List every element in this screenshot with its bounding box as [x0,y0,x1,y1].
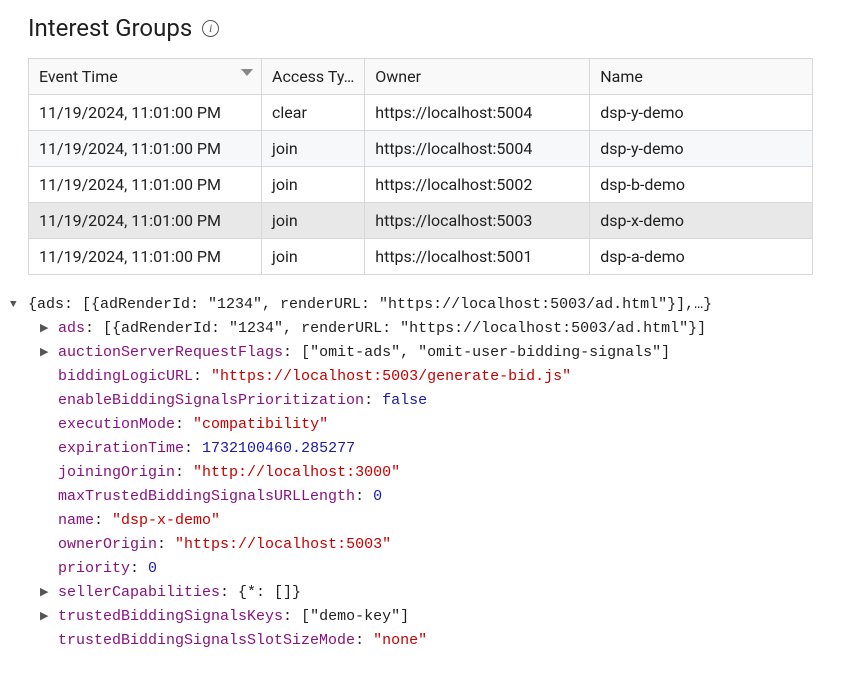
expand-toggle-icon[interactable]: ▶ [40,585,54,603]
detail-line-priority[interactable]: priority: 0 [58,557,157,581]
cell-access_type: join [262,131,365,167]
events-table: Event Time Access Ty… Owner Name 11/19/2… [0,58,841,275]
page-title: Interest Groups [28,14,192,42]
detail-line-expiration-time[interactable]: expirationTime: 1732100460.285277 [58,437,355,461]
cell-name: dsp-a-demo [590,239,813,275]
detail-line-name[interactable]: name: "dsp-x-demo" [58,509,220,533]
cell-access_type: join [262,203,365,239]
cell-event_time: 11/19/2024, 11:01:00 PM [29,95,262,131]
detail-line-max-trusted-url-length[interactable]: maxTrustedBiddingSignalsURLLength: 0 [58,485,382,509]
sort-desc-icon [241,69,253,76]
detail-line-ads[interactable]: ads: [{adRenderId: "1234", renderURL: "h… [58,317,706,341]
detail-line-biddinglogicurl[interactable]: biddingLogicURL: "https://localhost:5003… [58,365,571,389]
cell-owner: https://localhost:5003 [365,203,590,239]
cell-event_time: 11/19/2024, 11:01:00 PM [29,167,262,203]
cell-name: dsp-y-demo [590,131,813,167]
cell-owner: https://localhost:5001 [365,239,590,275]
detail-line-execution-mode[interactable]: executionMode: "compatibility" [58,413,328,437]
cell-owner: https://localhost:5004 [365,95,590,131]
col-header-label: Event Time [39,67,118,86]
detail-line-auction-flags[interactable]: auctionServerRequestFlags: ["omit-ads", … [58,341,670,365]
detail-line-trusted-keys[interactable]: trustedBiddingSignalsKeys: ["demo-key"] [58,605,409,629]
table-row[interactable]: 11/19/2024, 11:01:00 PMjoinhttps://local… [29,131,813,167]
cell-access_type: join [262,239,365,275]
detail-line-joining-origin[interactable]: joiningOrigin: "http://localhost:3000" [58,461,400,485]
cell-name: dsp-y-demo [590,95,813,131]
col-header-event-time[interactable]: Event Time [29,59,262,95]
cell-owner: https://localhost:5002 [365,167,590,203]
cell-event_time: 11/19/2024, 11:01:00 PM [29,203,262,239]
cell-owner: https://localhost:5004 [365,131,590,167]
detail-line-owner-origin[interactable]: ownerOrigin: "https://localhost:5003" [58,533,391,557]
info-icon[interactable]: i [202,20,219,37]
expand-toggle-icon[interactable]: ▶ [40,321,54,339]
cell-event_time: 11/19/2024, 11:01:00 PM [29,239,262,275]
table-row[interactable]: 11/19/2024, 11:01:00 PMclearhttps://loca… [29,95,813,131]
cell-name: dsp-x-demo [590,203,813,239]
cell-name: dsp-b-demo [590,167,813,203]
table-row[interactable]: 11/19/2024, 11:01:00 PMjoinhttps://local… [29,239,813,275]
detail-line-trusted-slot-size-mode[interactable]: trustedBiddingSignalsSlotSizeMode: "none… [58,629,427,653]
expand-toggle-icon[interactable]: ▶ [40,609,54,627]
object-detail: ▼ {ads: [{adRenderId: "1234", renderURL:… [0,275,841,693]
cell-event_time: 11/19/2024, 11:01:00 PM [29,131,262,167]
detail-line-enable-bidding-prioritization[interactable]: enableBiddingSignalsPrioritization: fals… [58,389,427,413]
table-row[interactable]: 11/19/2024, 11:01:00 PMjoinhttps://local… [29,167,813,203]
object-summary[interactable]: {ads: [{adRenderId: "1234", renderURL: "… [28,293,712,317]
detail-line-seller-caps[interactable]: sellerCapabilities: {*: []} [58,581,301,605]
cell-access_type: clear [262,95,365,131]
col-header-owner[interactable]: Owner [365,59,590,95]
expand-toggle-icon[interactable]: ▶ [40,345,54,363]
col-header-name[interactable]: Name [590,59,813,95]
cell-access_type: join [262,167,365,203]
expand-toggle-icon[interactable]: ▼ [10,297,24,315]
panel-header: Interest Groups i [0,0,841,58]
table-row[interactable]: 11/19/2024, 11:01:00 PMjoinhttps://local… [29,203,813,239]
col-header-access-type[interactable]: Access Ty… [262,59,365,95]
